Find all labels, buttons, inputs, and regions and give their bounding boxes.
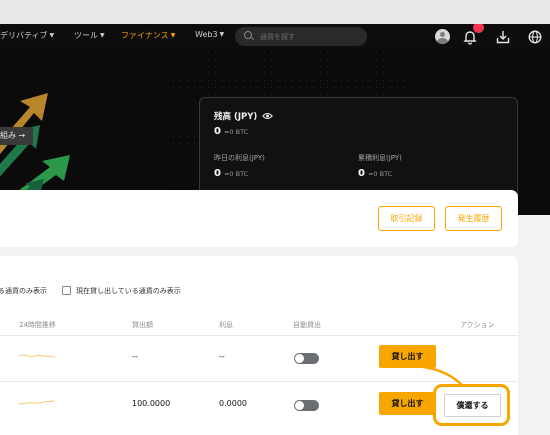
nav-item-web3[interactable]: Web3 ▼ (195, 30, 224, 39)
globe-icon[interactable] (528, 29, 542, 48)
notification-badge (473, 24, 484, 33)
total-interest-label: 累積利息(JPY) (358, 154, 402, 162)
eye-icon[interactable] (262, 112, 273, 120)
records-panel: 取引記録 発生履歴 (0, 190, 518, 247)
chevron-down-icon: ▼ (219, 31, 225, 38)
trend-sparkline (19, 400, 55, 405)
divider (0, 335, 518, 336)
app-window: デリバティブ ▼ ツール ▼ ファイナンス ▼ Web3 ▼ 通貨を探す 組み … (0, 24, 550, 435)
total-interest-value: 0 ≈0 BTC (358, 168, 393, 179)
yesterday-interest-value: 0 ≈0 BTC (214, 168, 249, 179)
lent-amount: 100.0000 (132, 399, 171, 408)
transaction-history-button[interactable]: 取引記録 (378, 206, 435, 231)
header-action: アクション (460, 321, 495, 329)
nav-item-finance[interactable]: ファイナンス ▼ (121, 30, 175, 41)
avatar-icon[interactable] (435, 29, 450, 44)
top-navbar: デリバティブ ▼ ツール ▼ ファイナンス ▼ Web3 ▼ 通貨を探す (0, 24, 550, 49)
trend-sparkline (19, 354, 55, 358)
chevron-down-icon: ▼ (100, 32, 105, 39)
search-placeholder: 通貨を探す (260, 33, 295, 41)
auto-lending-toggle[interactable] (294, 353, 319, 364)
occurrence-history-button[interactable]: 発生履歴 (445, 206, 502, 231)
search-input[interactable]: 通貨を探す (235, 27, 367, 46)
nav-item-tools[interactable]: ツール ▼ (74, 30, 105, 41)
repay-button[interactable]: 償還する (444, 394, 501, 417)
interest-amount: -- (219, 352, 225, 361)
nav-item-derivatives[interactable]: デリバティブ ▼ (0, 30, 54, 41)
yesterday-interest-label: 昨日の利息(JPY) (214, 154, 265, 162)
header-interest: 利息 (219, 321, 233, 329)
filter-label-1: る通貨のみ表示 (0, 287, 47, 295)
header-lent-amount: 貸出額 (132, 321, 153, 329)
header-24h-trend: 24時間推移 (19, 321, 56, 329)
chevron-down-icon: ▼ (49, 32, 55, 39)
search-icon (244, 31, 252, 39)
chevron-down-icon: ▼ (170, 32, 176, 39)
interest-amount: 0.0000 (219, 399, 247, 408)
hero-link-button[interactable]: 組み → (0, 127, 34, 145)
auto-lending-toggle[interactable] (294, 400, 319, 411)
balance-value: 0 ≈0 BTC (214, 126, 249, 137)
repay-highlight: 償還する (433, 384, 510, 426)
header-auto-lending: 自動貸出 (293, 321, 321, 329)
download-icon[interactable] (496, 29, 510, 48)
lent-amount: -- (132, 352, 138, 361)
filter-label-2: 現在貸し出している通貨のみ表示 (76, 287, 181, 295)
balance-title: 残高 (JPY) (214, 112, 258, 122)
current-lending-checkbox[interactable] (62, 286, 71, 295)
